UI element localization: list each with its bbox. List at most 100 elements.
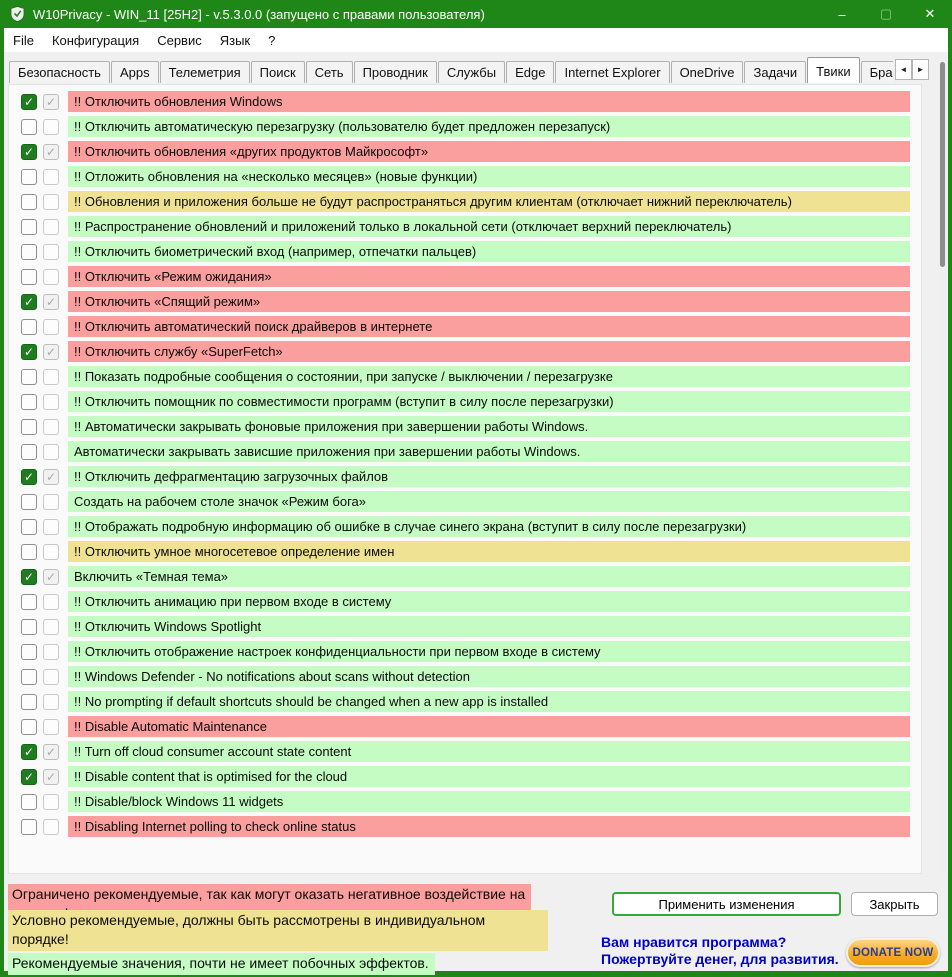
tweak-checkbox-secondary[interactable]	[43, 394, 59, 410]
tweak-checkbox-primary[interactable]: ✓	[21, 769, 37, 785]
tweak-row: Создать на рабочем столе значок «Режим б…	[9, 489, 921, 514]
tweak-checkbox-secondary[interactable]	[43, 119, 59, 135]
tweak-label: !! Disabling Internet polling to check o…	[68, 816, 910, 837]
maximize-button[interactable]: ▢	[864, 0, 908, 28]
tweak-label: !! Отключить Windows Spotlight	[68, 616, 910, 637]
tweak-checkbox-secondary[interactable]	[43, 544, 59, 560]
tweak-checkbox-primary[interactable]	[21, 694, 37, 710]
tweak-row: !! No prompting if default shortcuts sho…	[9, 689, 921, 714]
tweak-label: !! Отключить автоматический поиск драйве…	[68, 316, 910, 337]
tweak-checkbox-primary[interactable]	[21, 494, 37, 510]
tweak-checkbox-primary[interactable]	[21, 319, 37, 335]
tweak-checkbox-primary[interactable]	[21, 219, 37, 235]
tweak-checkbox-primary[interactable]	[21, 419, 37, 435]
tab-scroll-left-icon[interactable]: ◄	[895, 59, 912, 80]
tweak-checkbox-primary[interactable]	[21, 644, 37, 660]
tweak-checkbox-primary[interactable]	[21, 544, 37, 560]
tab-6[interactable]: Службы	[438, 61, 505, 83]
tweak-checkbox-secondary[interactable]	[43, 819, 59, 835]
minimize-button[interactable]: –	[820, 0, 864, 28]
tweak-checkbox-secondary[interactable]	[43, 169, 59, 185]
tweak-checkbox-secondary[interactable]: ✓	[43, 144, 59, 160]
tweak-checkbox-primary[interactable]	[21, 444, 37, 460]
tab-9[interactable]: OneDrive	[671, 61, 744, 83]
tweak-checkbox-primary[interactable]: ✓	[21, 344, 37, 360]
tweak-checkbox-primary[interactable]	[21, 669, 37, 685]
tweak-checkbox-primary[interactable]	[21, 594, 37, 610]
tweak-checkbox-primary[interactable]: ✓	[21, 569, 37, 585]
tweak-checkbox-secondary[interactable]: ✓	[43, 469, 59, 485]
tweak-label: !! Отложить обновления на «несколько мес…	[68, 166, 910, 187]
menu-item-configuration[interactable]: Конфигурация	[43, 30, 148, 51]
tweak-checkbox-secondary[interactable]: ✓	[43, 94, 59, 110]
tab-scroll-right-icon[interactable]: ►	[912, 59, 929, 80]
app-shield-icon	[10, 6, 25, 22]
tab-5[interactable]: Проводник	[354, 61, 437, 83]
tab-4[interactable]: Сеть	[306, 61, 353, 83]
tweak-checkbox-primary[interactable]	[21, 269, 37, 285]
tweak-checkbox-secondary[interactable]: ✓	[43, 769, 59, 785]
tweak-checkbox-secondary[interactable]	[43, 419, 59, 435]
close-dialog-button[interactable]: Закрыть	[851, 892, 938, 916]
tweak-checkbox-primary[interactable]: ✓	[21, 744, 37, 760]
tab-11[interactable]: Твики	[807, 57, 860, 83]
tweak-checkbox-primary[interactable]	[21, 719, 37, 735]
tweak-checkbox-secondary[interactable]	[43, 794, 59, 810]
scrollbar-thumb[interactable]	[940, 62, 945, 267]
menu-item-service[interactable]: Сервис	[148, 30, 211, 51]
tweak-checkbox-secondary[interactable]	[43, 244, 59, 260]
tweak-checkbox-secondary[interactable]: ✓	[43, 569, 59, 585]
tab-2[interactable]: Телеметрия	[160, 61, 250, 83]
menu-item-language[interactable]: Язык	[211, 30, 259, 51]
tweak-checkbox-secondary[interactable]: ✓	[43, 344, 59, 360]
tweak-checkbox-secondary[interactable]	[43, 219, 59, 235]
tweak-label: !! Windows Defender - No notifications a…	[68, 666, 910, 687]
tab-8[interactable]: Internet Explorer	[555, 61, 669, 83]
tweak-checkbox-primary[interactable]	[21, 819, 37, 835]
tab-3[interactable]: Поиск	[251, 61, 305, 83]
tweak-checkbox-primary[interactable]: ✓	[21, 94, 37, 110]
tweak-checkbox-primary[interactable]	[21, 619, 37, 635]
tweak-checkbox-primary[interactable]	[21, 794, 37, 810]
tweak-checkbox-secondary[interactable]	[43, 719, 59, 735]
tab-7[interactable]: Edge	[506, 61, 554, 83]
tweak-checkbox-secondary[interactable]	[43, 594, 59, 610]
tweak-row: !! Отключить Windows Spotlight	[9, 614, 921, 639]
tweak-checkbox-primary[interactable]: ✓	[21, 469, 37, 485]
tweak-checkbox-secondary[interactable]	[43, 694, 59, 710]
tweak-checkbox-secondary[interactable]	[43, 444, 59, 460]
tweak-checkbox-primary[interactable]	[21, 194, 37, 210]
tweak-checkbox-secondary[interactable]	[43, 519, 59, 535]
tweak-checkbox-secondary[interactable]: ✓	[43, 744, 59, 760]
tab-10[interactable]: Задачи	[744, 61, 806, 83]
tweak-checkbox-secondary[interactable]	[43, 669, 59, 685]
tweak-checkbox-primary[interactable]	[21, 119, 37, 135]
tweak-checkbox-secondary[interactable]	[43, 319, 59, 335]
tweak-row: ✓✓!! Turn off cloud consumer account sta…	[9, 739, 921, 764]
tweak-checkbox-secondary[interactable]	[43, 194, 59, 210]
apply-changes-button[interactable]: Применить изменения	[612, 892, 841, 916]
tweak-checkbox-secondary[interactable]	[43, 269, 59, 285]
tweak-checkbox-primary[interactable]	[21, 244, 37, 260]
menu-item-help[interactable]: ?	[259, 30, 284, 51]
tweak-checkbox-primary[interactable]	[21, 519, 37, 535]
tweak-checkbox-secondary[interactable]	[43, 369, 59, 385]
tweak-checkbox-secondary[interactable]	[43, 494, 59, 510]
tab-scroll-arrows: ◄ ►	[895, 59, 929, 80]
tweak-checkbox-primary[interactable]: ✓	[21, 144, 37, 160]
tweak-checkbox-primary[interactable]: ✓	[21, 294, 37, 310]
tab-1[interactable]: Apps	[111, 61, 159, 83]
tweak-checkbox-primary[interactable]	[21, 369, 37, 385]
tab-12[interactable]: Брандмауэр	[861, 61, 893, 83]
tweak-label: !! Отображать подробную информацию об ош…	[68, 516, 910, 537]
tweak-checkbox-secondary[interactable]	[43, 619, 59, 635]
tweak-checkbox-primary[interactable]	[21, 394, 37, 410]
tweak-checkbox-secondary[interactable]	[43, 644, 59, 660]
tweak-row: !! Распространение обновлений и приложен…	[9, 214, 921, 239]
tweak-checkbox-primary[interactable]	[21, 169, 37, 185]
menu-item-file[interactable]: File	[4, 30, 43, 51]
tweak-checkbox-secondary[interactable]: ✓	[43, 294, 59, 310]
close-button[interactable]: ✕	[908, 0, 952, 28]
donate-now-button[interactable]: DONATE NOW	[846, 938, 940, 967]
tab-0[interactable]: Безопасность	[9, 61, 110, 83]
